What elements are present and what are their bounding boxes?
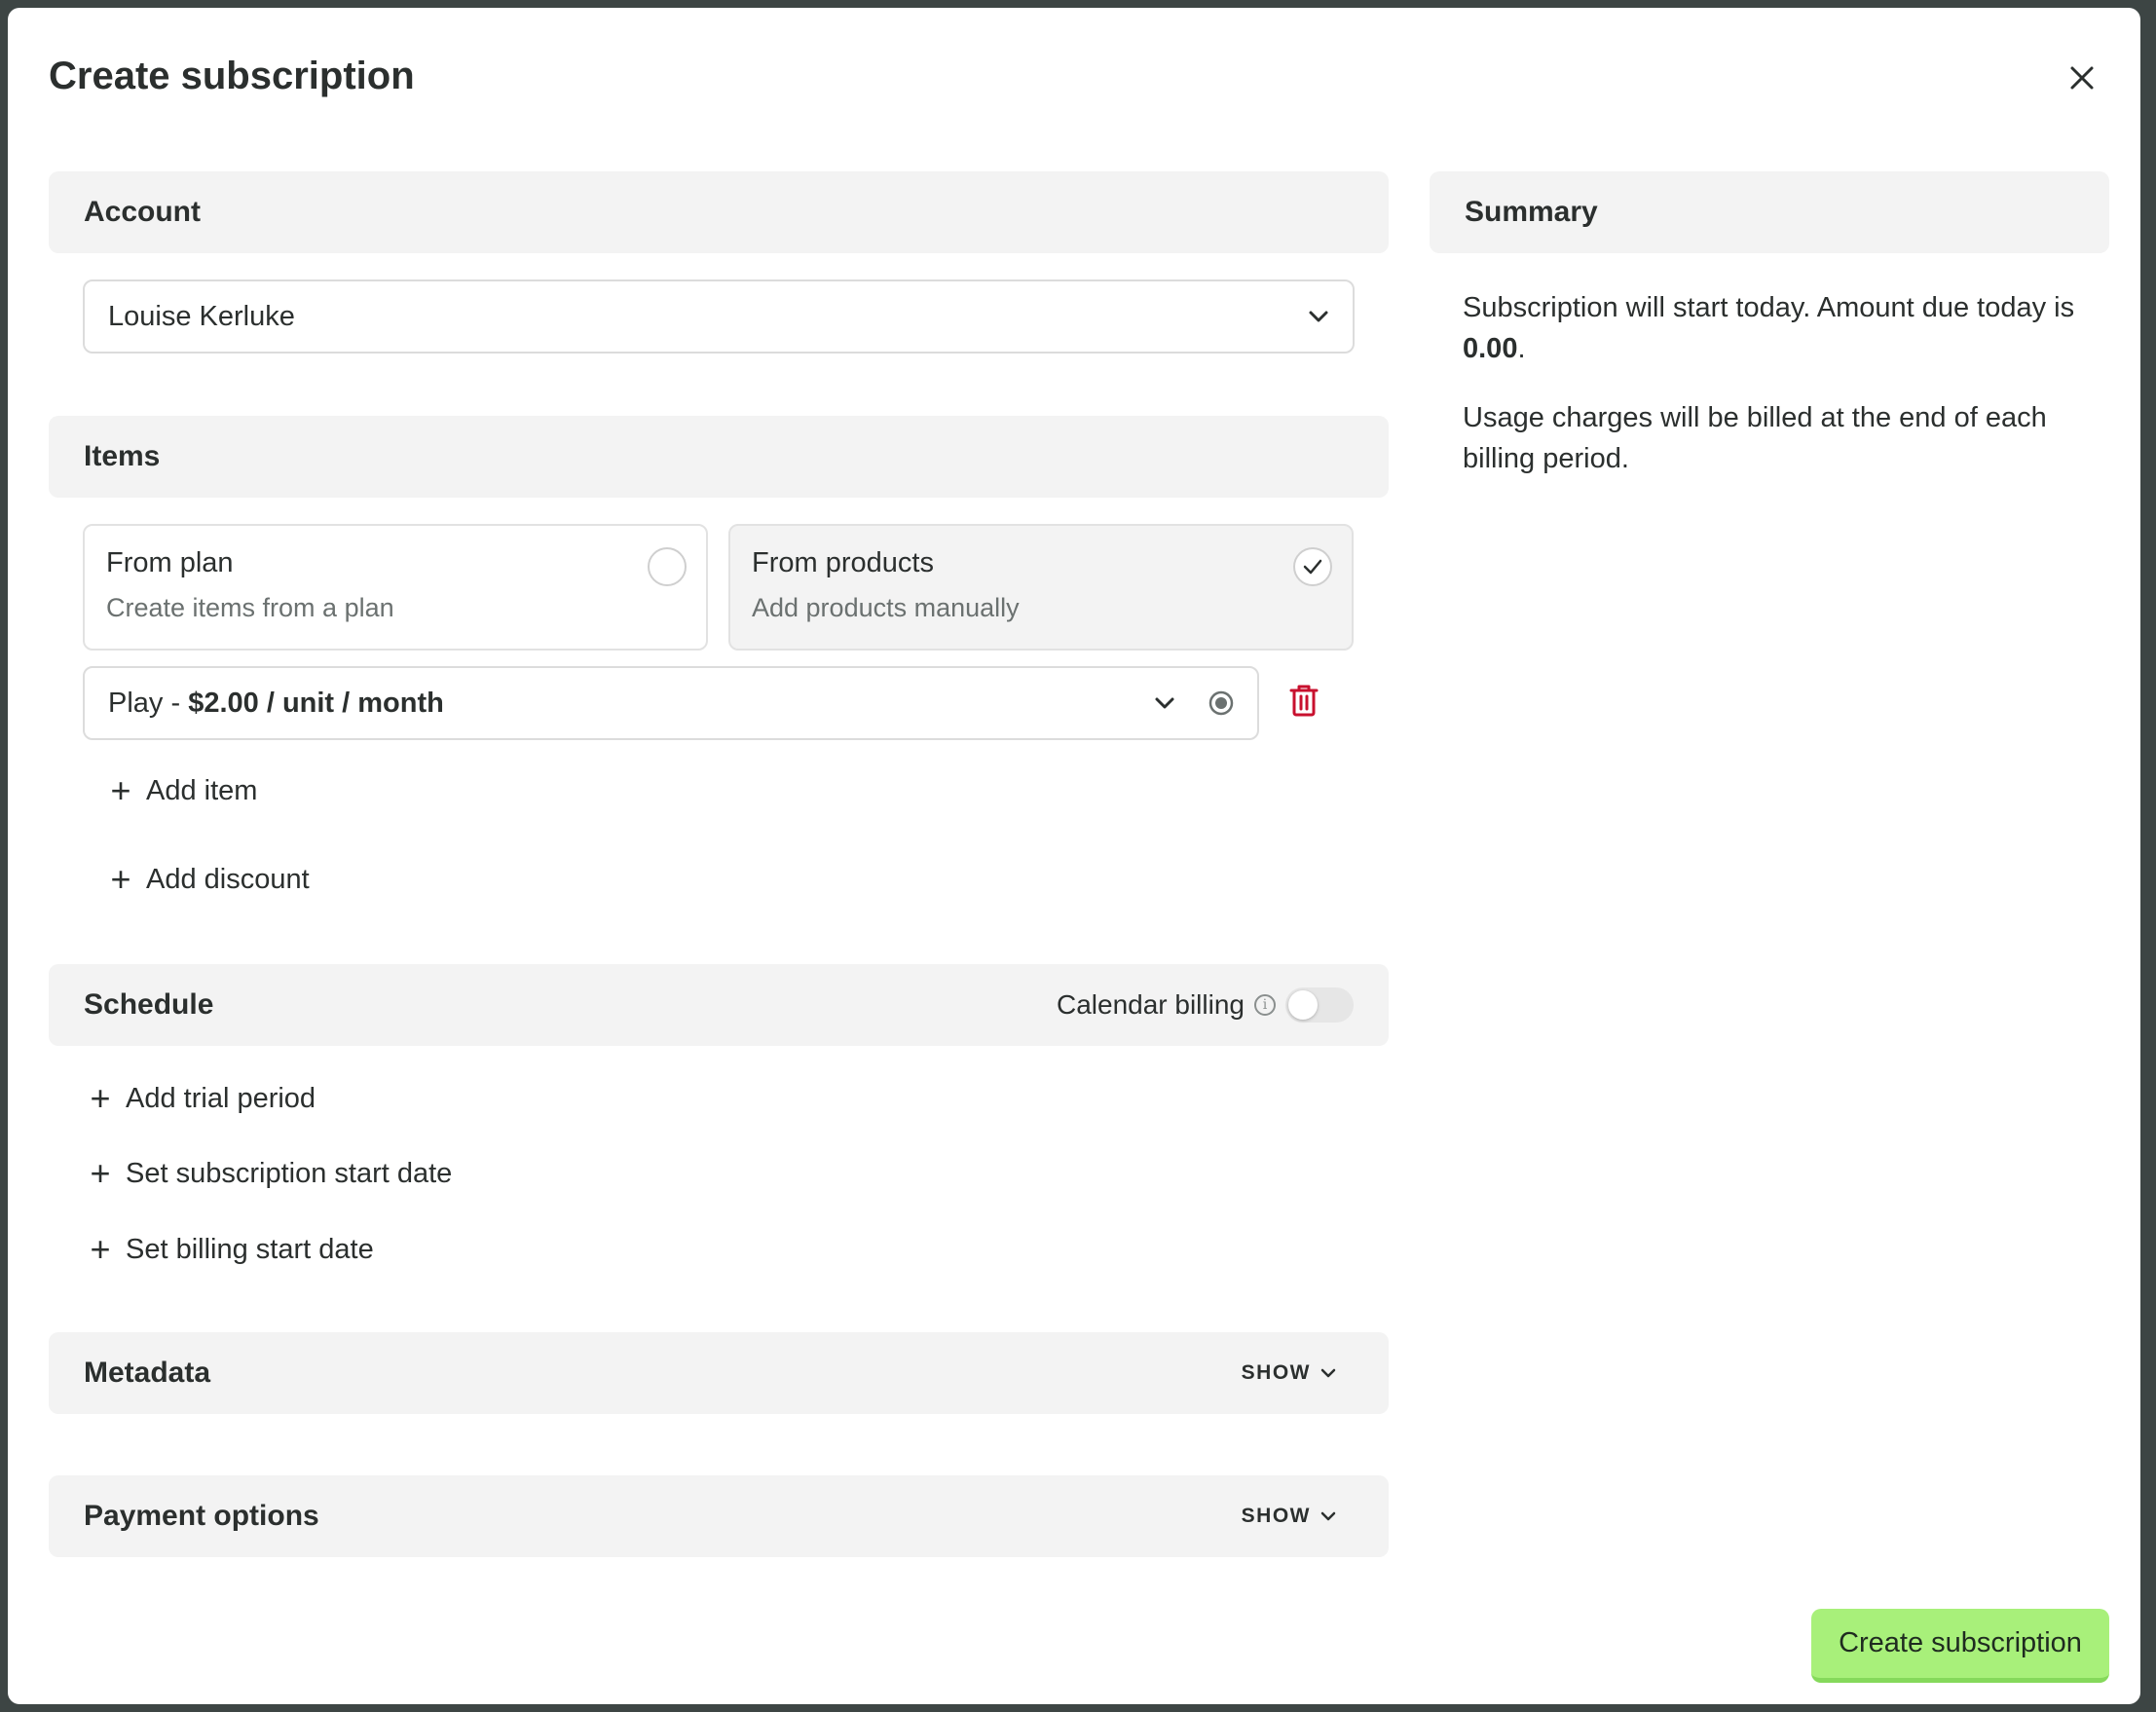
show-label: SHOW	[1241, 1361, 1311, 1384]
radio-unchecked[interactable]	[648, 547, 687, 586]
account-section-title: Account	[84, 196, 201, 228]
trash-icon	[1289, 685, 1319, 717]
option-title: From plan	[106, 547, 234, 578]
plus-icon: +	[90, 1078, 111, 1118]
account-select[interactable]: Louise Kerluke	[83, 279, 1355, 354]
line-item-select[interactable]: Play - $2.00 / unit / month	[83, 666, 1259, 740]
summary-section-title: Summary	[1465, 196, 1598, 228]
add-discount-button[interactable]: + Add discount	[109, 859, 310, 899]
summary-start-prefix: Subscription will start today. Amount du…	[1463, 292, 2075, 323]
line-item-separator: -	[163, 687, 189, 719]
items-section-header: Items	[49, 416, 1389, 498]
create-subscription-button[interactable]: Create subscription	[1811, 1609, 2109, 1683]
set-subscription-start-date-button[interactable]: + Set subscription start date	[89, 1156, 452, 1191]
option-card-from-products[interactable]: From products Add products manually	[728, 524, 1354, 651]
amount-due-value: 0.00	[1463, 333, 1518, 364]
calendar-billing-label: Calendar billing	[1056, 989, 1245, 1020]
account-select-value: Louise Kerluke	[108, 300, 295, 332]
option-title: From products	[752, 547, 934, 578]
chevron-down-icon	[1309, 311, 1328, 322]
metadata-section-title: Metadata	[84, 1357, 211, 1389]
items-section-title: Items	[84, 440, 161, 472]
radio-target-icon[interactable]	[1208, 690, 1234, 716]
delete-line-item-button[interactable]	[1289, 684, 1328, 725]
close-icon	[2070, 66, 2094, 90]
line-item-name: Play	[108, 687, 164, 719]
plus-icon: +	[90, 1153, 111, 1193]
plus-icon: +	[90, 1229, 111, 1269]
option-card-from-plan[interactable]: From plan Create items from a plan	[83, 524, 708, 651]
line-item-price: $2.00 / unit / month	[188, 687, 444, 719]
set-billing-start-date-button[interactable]: + Set billing start date	[89, 1229, 374, 1269]
set-subscription-start-date-label: Set subscription start date	[126, 1157, 453, 1189]
payment-options-section-title: Payment options	[84, 1500, 319, 1532]
metadata-show-button[interactable]: SHOW	[1242, 1361, 1354, 1385]
chevron-down-icon	[1155, 697, 1174, 709]
summary-usage-text: Usage charges will be billed at the end …	[1463, 402, 2047, 474]
add-trial-period-button[interactable]: + Add trial period	[89, 1081, 316, 1116]
summary-start-text: Subscription will start today. Amount du…	[1463, 287, 2086, 369]
plus-icon: +	[110, 770, 131, 810]
calendar-billing-toggle[interactable]	[1285, 987, 1354, 1023]
add-trial-period-label: Add trial period	[126, 1082, 316, 1114]
calendar-billing-control: Calendar billing i	[1057, 987, 1354, 1023]
payment-options-show-button[interactable]: SHOW	[1242, 1505, 1354, 1528]
plus-icon: +	[110, 859, 131, 899]
schedule-section-header: Schedule Calendar billing i	[49, 964, 1389, 1046]
add-item-label: Add item	[146, 774, 258, 806]
account-section-header: Account	[49, 171, 1389, 253]
payment-options-section-header: Payment options SHOW	[49, 1475, 1389, 1557]
info-icon[interactable]: i	[1254, 994, 1276, 1016]
add-item-button[interactable]: + Add item	[109, 773, 257, 808]
checkmark-icon	[1303, 559, 1322, 575]
show-label: SHOW	[1241, 1505, 1311, 1527]
metadata-section-header: Metadata SHOW	[49, 1332, 1389, 1414]
schedule-section-title: Schedule	[84, 988, 214, 1021]
create-subscription-dialog: Create subscription Account Louise Kerlu…	[8, 8, 2140, 1704]
set-billing-start-date-label: Set billing start date	[126, 1233, 374, 1265]
chevron-down-icon	[1320, 1511, 1336, 1521]
radio-checked[interactable]	[1293, 547, 1332, 586]
chevron-down-icon	[1320, 1368, 1336, 1378]
add-discount-label: Add discount	[146, 863, 310, 895]
option-subtitle: Add products manually	[752, 593, 1020, 622]
close-button[interactable]	[2061, 56, 2103, 99]
dialog-title: Create subscription	[49, 55, 415, 97]
summary-section-header: Summary	[1430, 171, 2109, 253]
toggle-knob	[1288, 990, 1318, 1020]
option-subtitle: Create items from a plan	[106, 593, 394, 622]
summary-start-suffix: .	[1517, 333, 1526, 364]
